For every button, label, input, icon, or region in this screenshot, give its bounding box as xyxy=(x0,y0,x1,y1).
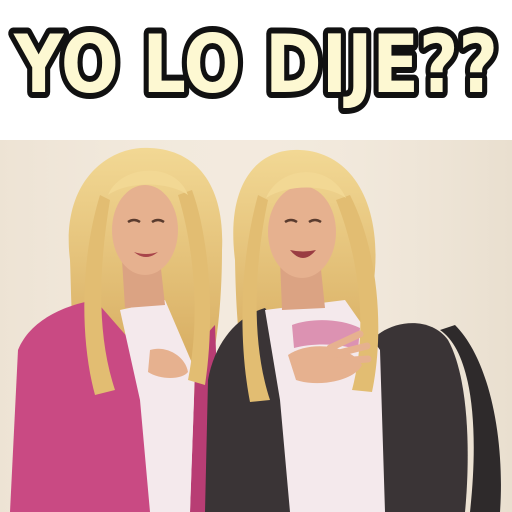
caption-svg: YO LO DIJE?? YO LO DIJE?? xyxy=(7,12,504,115)
person-right-face xyxy=(268,186,336,278)
person-left-face xyxy=(112,185,178,275)
caption-text: YO LO DIJE?? xyxy=(13,18,498,111)
photo-illustration xyxy=(0,140,512,512)
photo-two-blonde-women xyxy=(0,140,512,512)
sticker: YO LO DIJE?? YO LO DIJE?? xyxy=(0,0,512,512)
caption-banner: YO LO DIJE?? YO LO DIJE?? xyxy=(0,0,512,115)
